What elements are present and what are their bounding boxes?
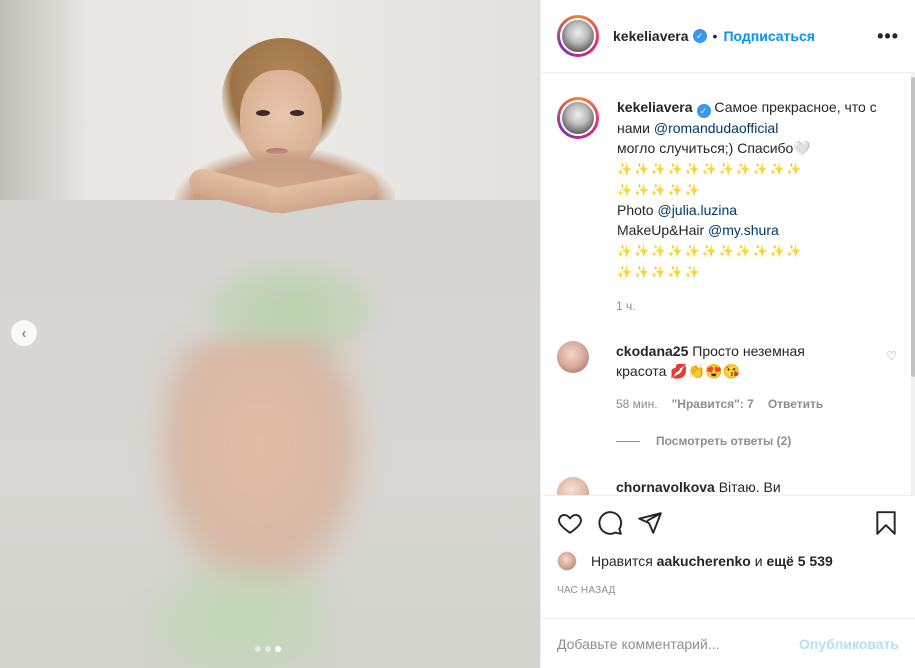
save-bookmark-icon[interactable] bbox=[873, 510, 899, 536]
verified-badge-icon: ✓ bbox=[696, 104, 711, 118]
carousel-dot-active bbox=[275, 646, 281, 652]
liker-username[interactable]: aakucherenko bbox=[657, 553, 751, 569]
post-header: kekeliavera ✓ • Подписаться ••• bbox=[541, 0, 915, 73]
action-bar bbox=[557, 508, 899, 538]
comment-time[interactable]: 58 мин. bbox=[616, 397, 658, 411]
author-avatar[interactable] bbox=[557, 15, 599, 57]
carousel-dot bbox=[255, 646, 261, 652]
comments-scrollbar[interactable] bbox=[911, 73, 915, 495]
sparkles-emoji: ✨✨✨✨✨✨✨✨✨✨✨ bbox=[617, 244, 804, 258]
view-replies-label: Посмотреть ответы (2) bbox=[656, 434, 792, 448]
commenter-username[interactable]: chornavolkova bbox=[616, 479, 715, 495]
comment-item: chornavolkova Вітаю. Ви bbox=[557, 477, 897, 495]
caption-avatar[interactable] bbox=[557, 97, 599, 139]
post-image[interactable]: ‹ bbox=[0, 0, 540, 668]
carousel-dots bbox=[255, 646, 281, 652]
commenter-avatar[interactable] bbox=[557, 477, 589, 495]
like-comment-heart-icon[interactable]: ♡ bbox=[886, 349, 897, 363]
comment-text: ckodana25 Просто неземная красота 💋👏😍😘 bbox=[616, 341, 856, 381]
comment-likes[interactable]: "Нравится": 7 bbox=[672, 397, 754, 411]
comment-body: Вітаю. Ви bbox=[718, 479, 781, 495]
publish-button[interactable]: Опубликовать bbox=[799, 636, 899, 652]
caption-line: могло случиться;) Спасибо🤍 bbox=[617, 140, 811, 156]
caption-photo-label: Photo bbox=[617, 202, 654, 218]
likes-count[interactable]: ещё 5 539 bbox=[766, 553, 832, 569]
comments-list[interactable]: kekeliavera ✓ Самое прекрасное, что с нам… bbox=[541, 73, 915, 495]
reply-button[interactable]: Ответить bbox=[768, 397, 823, 411]
share-paper-plane-icon[interactable] bbox=[637, 510, 663, 536]
liker-avatar[interactable] bbox=[557, 551, 577, 571]
posted-ago[interactable]: ЧАС НАЗАД bbox=[557, 585, 616, 596]
caption-username[interactable]: kekeliavera bbox=[617, 99, 693, 115]
commenter-avatar[interactable] bbox=[557, 341, 589, 373]
commenter-username[interactable]: ckodana25 bbox=[616, 343, 688, 359]
replies-line bbox=[616, 440, 640, 442]
caption-text: kekeliavera ✓ Самое прекрасное, что с нам… bbox=[617, 97, 887, 282]
sparkles-emoji: ✨✨✨✨✨ bbox=[617, 265, 702, 279]
image-eye-right bbox=[290, 110, 304, 116]
comment-text: chornavolkova Вітаю. Ви bbox=[616, 477, 856, 495]
likes-prefix: Нравится bbox=[591, 553, 653, 569]
caption: kekeliavera ✓ Самое прекрасное, что с нам… bbox=[557, 97, 897, 282]
mention-link[interactable]: @julia.luzina bbox=[657, 202, 737, 218]
scrollbar-thumb[interactable] bbox=[911, 77, 915, 377]
mention-link[interactable]: @my.shura bbox=[708, 222, 779, 238]
comment-item: ckodana25 Просто неземная красота 💋👏😍😘 ♡ bbox=[557, 341, 897, 381]
comment-input[interactable] bbox=[557, 636, 800, 652]
verified-badge-icon: ✓ bbox=[692, 29, 707, 43]
caption-makeup-label: MakeUp&Hair bbox=[617, 222, 705, 238]
follow-button[interactable]: Подписаться bbox=[723, 28, 815, 44]
sparkles-emoji: ✨✨✨✨✨ bbox=[617, 183, 702, 197]
post-panel: kekeliavera ✓ • Подписаться ••• kekeliav… bbox=[540, 0, 915, 668]
author-username[interactable]: kekeliavera bbox=[613, 28, 689, 44]
caption-time[interactable]: 1 ч. bbox=[616, 299, 636, 313]
likes-and: и bbox=[754, 553, 763, 569]
mention-link[interactable]: @romandudaofficial bbox=[654, 120, 778, 136]
view-replies-button[interactable]: Посмотреть ответы (2) bbox=[616, 434, 791, 448]
image-legs-blur bbox=[140, 560, 340, 668]
separator: • bbox=[712, 28, 718, 44]
carousel-prev-button[interactable]: ‹ bbox=[10, 319, 38, 347]
post-footer: Нравится aakucherenko и ещё 5 539 ЧАС НА… bbox=[541, 495, 915, 668]
sparkles-emoji: ✨✨✨✨✨✨✨✨✨✨✨ bbox=[617, 162, 804, 176]
add-comment-bar: Опубликовать bbox=[541, 618, 915, 668]
image-eye-left bbox=[256, 110, 270, 116]
comment-meta: 58 мин. "Нравится": 7 Ответить bbox=[616, 397, 823, 411]
more-options-icon[interactable]: ••• bbox=[877, 26, 899, 47]
comment-bubble-icon[interactable] bbox=[597, 510, 623, 536]
like-heart-icon[interactable] bbox=[557, 510, 583, 536]
carousel-dot bbox=[265, 646, 271, 652]
likes-summary: Нравится aakucherenko и ещё 5 539 bbox=[557, 551, 833, 571]
